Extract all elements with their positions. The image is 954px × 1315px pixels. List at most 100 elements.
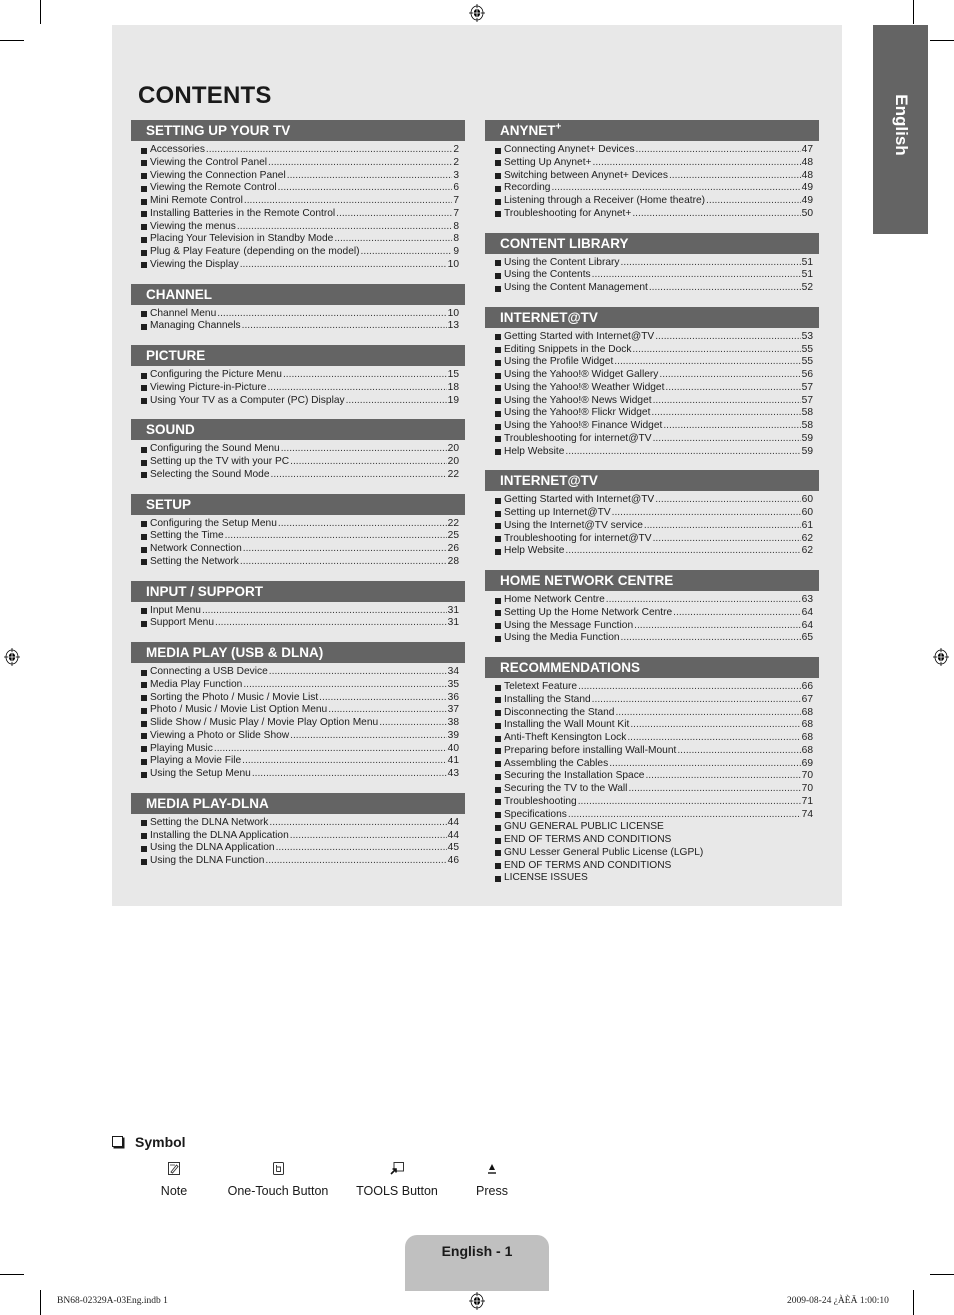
toc-entry[interactable]: Troubleshooting for Anynet+ 50 <box>495 208 813 221</box>
toc-entry[interactable]: Specifications 74 <box>495 809 813 822</box>
toc-entry[interactable]: Configuring the Picture Menu 15 <box>141 369 459 382</box>
toc-entry[interactable]: Using the DLNA Function 46 <box>141 855 459 868</box>
toc-entry[interactable]: END OF TERMS AND CONDITIONS <box>495 860 813 873</box>
toc-entry[interactable]: Help Website 59 <box>495 446 813 459</box>
toc-entry[interactable]: Setting Up Anynet+ 48 <box>495 157 813 170</box>
dot-leader <box>361 246 453 259</box>
toc-entry[interactable]: Connecting Anynet+ Devices 47 <box>495 144 813 157</box>
toc-entry[interactable]: Mini Remote Control 7 <box>141 195 459 208</box>
toc-entry[interactable]: Connecting a USB Device 34 <box>141 666 459 679</box>
toc-entry[interactable]: Teletext Feature 66 <box>495 681 813 694</box>
toc-entry[interactable]: Anti-Theft Kensington Lock 68 <box>495 732 813 745</box>
toc-entry[interactable]: Installing the Wall Mount Kit 68 <box>495 719 813 732</box>
toc-entry-label: Selecting the Sound Mode <box>150 468 270 480</box>
square-bullet-icon <box>141 160 147 167</box>
toc-entry[interactable]: Using the Yahoo!® Finance Widget 58 <box>495 420 813 433</box>
toc-entry[interactable]: Placing Your Television in Standby Mode 8 <box>141 233 459 246</box>
toc-entry[interactable]: Setting up the TV with your PC 20 <box>141 456 459 469</box>
toc-entry[interactable]: Channel Menu 10 <box>141 308 459 321</box>
dot-leader <box>649 282 801 295</box>
toc-entry[interactable]: Playing Music 40 <box>141 743 459 756</box>
toc-entry-label: GNU GENERAL PUBLIC LICENSE <box>504 821 664 833</box>
toc-entry[interactable]: Viewing the Remote Control 6 <box>141 182 459 195</box>
toc-entry[interactable]: Viewing the Display 10 <box>141 259 459 272</box>
toc-item-list: Using the Content Library51Using the Con… <box>485 254 819 295</box>
toc-entry[interactable]: Using the Internet@TV service 61 <box>495 520 813 533</box>
toc-entry[interactable]: Setting the Network 28 <box>141 556 459 569</box>
toc-entry[interactable]: Using the Setup Menu 43 <box>141 768 459 781</box>
toc-entry[interactable]: GNU GENERAL PUBLIC LICENSE <box>495 821 813 834</box>
toc-entry[interactable]: Support Menu 31 <box>141 617 459 630</box>
toc-entry[interactable]: Getting Started with Internet@TV 60 <box>495 494 813 507</box>
toc-entry[interactable]: Installing the Stand 67 <box>495 694 813 707</box>
toc-entry[interactable]: Media Play Function 35 <box>141 679 459 692</box>
toc-entry[interactable]: Network Connection 26 <box>141 543 459 556</box>
crop-mark <box>913 0 914 24</box>
toc-entry[interactable]: Input Menu 31 <box>141 605 459 618</box>
toc-entry[interactable]: Preparing before installing Wall-Mount 68 <box>495 745 813 758</box>
toc-entry[interactable]: Setting Up the Home Network Centre 64 <box>495 607 813 620</box>
toc-entry[interactable]: GNU Lesser General Public License (LGPL) <box>495 847 813 860</box>
toc-entry[interactable]: END OF TERMS AND CONDITIONS <box>495 834 813 847</box>
toc-entry[interactable]: Troubleshooting for internet@TV 62 <box>495 533 813 546</box>
toc-entry[interactable]: Recording 49 <box>495 182 813 195</box>
toc-entry[interactable]: Switching between Anynet+ Devices 48 <box>495 170 813 183</box>
toc-entry[interactable]: Viewing the menus 8 <box>141 221 459 234</box>
toc-entry[interactable]: Configuring the Sound Menu 20 <box>141 443 459 456</box>
toc-entry-label: Setting Up the Home Network Centre <box>504 606 673 618</box>
toc-entry[interactable]: Selecting the Sound Mode 22 <box>141 469 459 482</box>
toc-entry[interactable]: Using the Message Function 64 <box>495 620 813 633</box>
toc-entry[interactable]: Using the Yahoo!® Weather Widget 57 <box>495 382 813 395</box>
crop-mark <box>0 40 24 41</box>
toc-entry[interactable]: Using the Content Management 52 <box>495 282 813 295</box>
toc-entry[interactable]: Editing Snippets in the Dock 55 <box>495 344 813 357</box>
toc-entry[interactable]: Installing Batteries in the Remote Contr… <box>141 208 459 221</box>
toc-entry[interactable]: Setting the Time 25 <box>141 530 459 543</box>
toc-entry[interactable]: Photo / Music / Movie List Option Menu 37 <box>141 704 459 717</box>
toc-entry[interactable]: LICENSE ISSUES <box>495 872 813 885</box>
toc-entry[interactable]: Help Website 62 <box>495 545 813 558</box>
toc-entry[interactable]: Using the Contents 51 <box>495 269 813 282</box>
toc-entry[interactable]: Viewing a Photo or Slide Show 39 <box>141 730 459 743</box>
toc-entry[interactable]: Plug & Play Feature (depending on the mo… <box>141 246 459 259</box>
toc-entry[interactable]: Securing the TV to the Wall 70 <box>495 783 813 796</box>
toc-entry[interactable]: Slide Show / Music Play / Movie Play Opt… <box>141 717 459 730</box>
toc-entry[interactable]: Using the Media Function 65 <box>495 632 813 645</box>
toc-entry[interactable]: Using the Yahoo!® Widget Gallery 56 <box>495 369 813 382</box>
toc-entry[interactable]: Using the Yahoo!® Flickr Widget 58 <box>495 407 813 420</box>
toc-entry[interactable]: Using the DLNA Application 45 <box>141 842 459 855</box>
toc-entry[interactable]: Troubleshooting 71 <box>495 796 813 809</box>
toc-entry[interactable]: Using the Yahoo!® News Widget 57 <box>495 395 813 408</box>
toc-entry[interactable]: Playing a Movie File 41 <box>141 755 459 768</box>
toc-entry[interactable]: Viewing Picture-in-Picture 18 <box>141 382 459 395</box>
toc-entry-page-number: 48 <box>801 169 813 181</box>
toc-entry[interactable]: Assembling the Cables 69 <box>495 758 813 771</box>
toc-entry[interactable]: Configuring the Setup Menu 22 <box>141 518 459 531</box>
square-bullet-icon <box>495 436 501 443</box>
square-bullet-icon <box>495 260 501 266</box>
toc-entry[interactable]: Accessories 2 <box>141 144 459 157</box>
toc-entry[interactable]: Setting up Internet@TV 60 <box>495 507 813 520</box>
dot-leader <box>379 717 446 730</box>
toc-entry[interactable]: Using the Profile Widget 55 <box>495 356 813 369</box>
dot-leader <box>214 743 447 756</box>
toc-entry-label: Using the Profile Widget <box>504 356 614 368</box>
square-bullet-icon <box>495 773 501 780</box>
toc-entry[interactable]: Managing Channels 13 <box>141 320 459 333</box>
toc-entry[interactable]: Installing the DLNA Application 44 <box>141 830 459 843</box>
toc-entry[interactable]: Getting Started with Internet@TV 53 <box>495 331 813 344</box>
toc-entry[interactable]: Listening through a Receiver (Home theat… <box>495 195 813 208</box>
toc-entry[interactable]: Setting the DLNA Network 44 <box>141 817 459 830</box>
dot-leader <box>630 719 800 732</box>
toc-entry[interactable]: Securing the Installation Space 70 <box>495 770 813 783</box>
toc-entry[interactable]: Using the Content Library 51 <box>495 257 813 270</box>
toc-entry[interactable]: Viewing the Connection Panel 3 <box>141 170 459 183</box>
dot-leader <box>240 259 447 272</box>
toc-entry[interactable]: Disconnecting the Stand 68 <box>495 707 813 720</box>
toc-entry[interactable]: Using Your TV as a Computer (PC) Display… <box>141 395 459 408</box>
toc-entry-label: Using the DLNA Application <box>150 842 275 854</box>
toc-entry[interactable]: Viewing the Control Panel 2 <box>141 157 459 170</box>
toc-entry[interactable]: Sorting the Photo / Music / Movie List 36 <box>141 692 459 705</box>
toc-entry[interactable]: Home Network Centre 63 <box>495 594 813 607</box>
toc-entry[interactable]: Troubleshooting for internet@TV 59 <box>495 433 813 446</box>
